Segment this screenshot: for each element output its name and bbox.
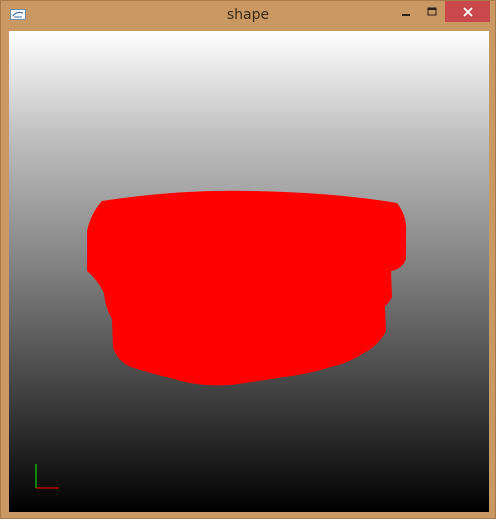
app-window: shape <box>0 0 496 519</box>
scene-canvas <box>35 190 407 489</box>
close-icon <box>462 6 473 17</box>
minimize-button[interactable] <box>393 1 419 22</box>
maximize-icon <box>427 7 437 15</box>
render-viewport[interactable] <box>9 31 489 512</box>
red-shape <box>87 190 407 386</box>
title-bar[interactable]: shape <box>1 1 495 31</box>
close-button[interactable] <box>445 1 490 22</box>
maximize-button[interactable] <box>419 1 445 22</box>
minimize-icon <box>402 13 410 16</box>
